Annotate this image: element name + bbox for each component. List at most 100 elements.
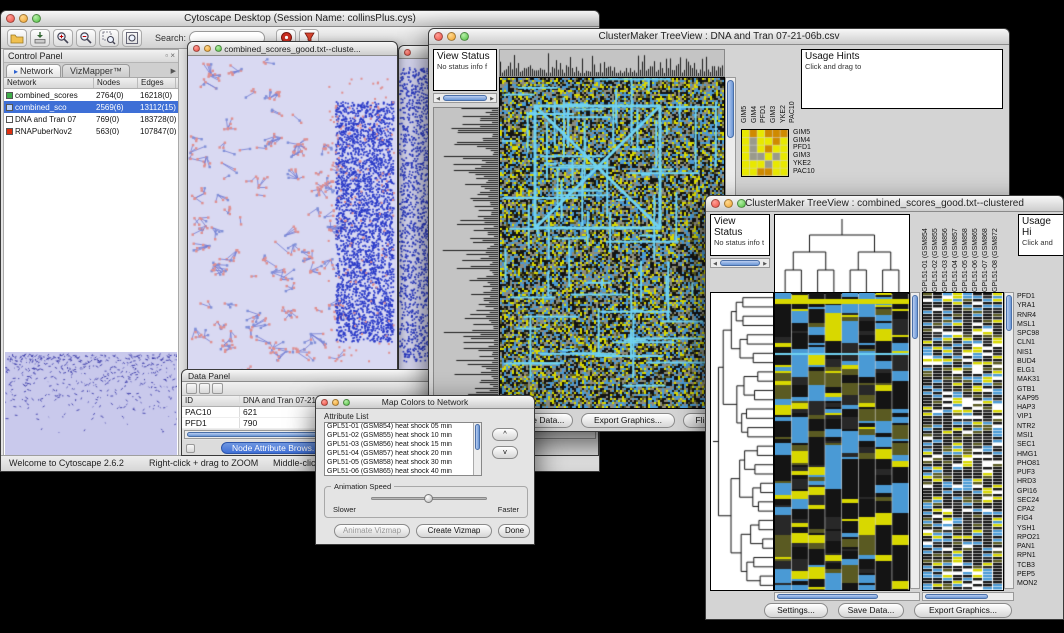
export-graphics-button[interactable]: Export Graphics... [914, 603, 1012, 618]
scrollbar-thumb[interactable] [925, 594, 988, 599]
zoom-selected-button[interactable] [99, 29, 119, 47]
network-row[interactable]: combined_scores 2764(0) 16218(0) [4, 89, 178, 101]
scrollbar-thumb[interactable] [912, 295, 918, 339]
gene-label[interactable]: SEC24 [1017, 496, 1061, 505]
attribute-item[interactable]: GPL51-04 (GSM857) heat shock 20 min [325, 450, 481, 459]
attribute-select-icon[interactable] [186, 383, 197, 394]
gene-label[interactable]: MON2 [1017, 579, 1061, 588]
selection-hscrollbar[interactable] [922, 592, 1014, 601]
scroll-left-icon[interactable]: ◀ [434, 95, 442, 103]
gene-label[interactable]: MSI1 [1017, 431, 1061, 440]
gene-label[interactable]: HAP3 [1017, 403, 1061, 412]
gene-label[interactable]: NIS1 [1017, 348, 1061, 357]
gene-label[interactable]: PAN1 [1017, 542, 1061, 551]
col-nodes[interactable]: Nodes [94, 78, 138, 88]
attribute-item[interactable]: GPL51-01 (GSM854) heat shock 05 min [325, 423, 481, 432]
move-up-button[interactable]: ^ [492, 428, 518, 441]
speed-slider-thumb[interactable] [424, 494, 433, 503]
zoom-in-button[interactable] [53, 29, 73, 47]
correlation-matrix-canvas[interactable] [741, 129, 789, 177]
row-dendrogram-canvas[interactable] [710, 292, 774, 591]
main-titlebar[interactable]: Cytoscape Desktop (Session Name: collins… [1, 11, 599, 27]
move-down-button[interactable]: v [492, 446, 518, 459]
attribute-item[interactable]: GPL51-02 (GSM855) heat shock 10 min [325, 432, 481, 441]
scrollbar-thumb[interactable] [777, 594, 878, 599]
dendro-hscrollbar[interactable]: ◀ ▶ [710, 258, 770, 268]
scrollbar-thumb[interactable] [475, 424, 480, 450]
gene-label[interactable]: RPO21 [1017, 533, 1061, 542]
minimize-icon[interactable] [204, 45, 211, 52]
done-button[interactable]: Done [498, 524, 530, 538]
gene-label[interactable]: PFD1 [1017, 292, 1061, 301]
open-session-button[interactable] [7, 29, 27, 47]
close-icon[interactable] [404, 49, 411, 56]
gene-label[interactable]: YRA1 [1017, 301, 1061, 310]
minimize-icon[interactable] [447, 32, 456, 41]
export-graphics-button[interactable]: Export Graphics... [581, 413, 675, 428]
dialog-titlebar[interactable]: Map Colors to Network [316, 396, 534, 409]
zoom-out-button[interactable] [76, 29, 96, 47]
minimize-icon[interactable] [724, 199, 733, 208]
scrollbar-thumb[interactable] [443, 95, 487, 101]
close-icon[interactable] [711, 199, 720, 208]
gene-label[interactable]: PUF3 [1017, 468, 1061, 477]
tab-vizmapper[interactable]: VizMapper™ [62, 64, 130, 77]
gene-label[interactable]: GPI16 [1017, 487, 1061, 496]
gene-label[interactable]: MSL1 [1017, 320, 1061, 329]
gene-label[interactable]: VIP1 [1017, 412, 1061, 421]
gene-label[interactable]: NTR2 [1017, 422, 1061, 431]
treeview-dna-titlebar[interactable]: ClusterMaker TreeView : DNA and Tran 07-… [429, 29, 1009, 45]
close-icon[interactable] [434, 32, 443, 41]
table-grid-icon[interactable] [199, 383, 210, 394]
panel-dock-icon[interactable] [186, 444, 195, 453]
network-view-canvas[interactable] [188, 56, 397, 378]
selection-heatmap-canvas[interactable] [922, 292, 1004, 591]
gene-label[interactable]: FIG4 [1017, 514, 1061, 523]
gene-label[interactable]: KAP95 [1017, 394, 1061, 403]
gene-label[interactable]: MAK31 [1017, 375, 1061, 384]
treeview-combined-titlebar[interactable]: ClusterMaker TreeView : combined_scores_… [706, 196, 1063, 212]
dendro-hscrollbar[interactable]: ◀ ▶ [433, 93, 497, 103]
col-edges[interactable]: Edges [138, 78, 176, 88]
gene-label[interactable]: YSH1 [1017, 524, 1061, 533]
list-vscrollbar[interactable] [473, 423, 481, 475]
create-vizmap-button[interactable]: Create Vizmap [416, 524, 492, 538]
scroll-left-icon[interactable]: ◀ [711, 260, 719, 268]
close-icon[interactable] [321, 399, 328, 406]
save-data-button[interactable]: Save Data... [838, 603, 904, 618]
gene-label[interactable]: GTB1 [1017, 385, 1061, 394]
network-row[interactable]: DNA and Tran 07 769(0) 183728(0) [4, 113, 178, 125]
gene-label[interactable]: PHO81 [1017, 459, 1061, 468]
col-network[interactable]: Network [4, 78, 94, 88]
row-dendrogram-canvas[interactable] [433, 107, 499, 409]
heatmap-canvas[interactable] [499, 77, 725, 409]
gene-label[interactable]: ELG1 [1017, 366, 1061, 375]
heatmap-hscrollbar[interactable] [774, 592, 920, 601]
col-id[interactable]: ID [182, 396, 240, 406]
gene-label[interactable]: PEP5 [1017, 570, 1061, 579]
close-icon[interactable] [6, 14, 15, 23]
heatmap-canvas[interactable] [774, 292, 910, 591]
gene-label[interactable]: CPA2 [1017, 505, 1061, 514]
column-dendrogram-canvas[interactable] [499, 49, 725, 77]
gene-label[interactable]: SEC1 [1017, 440, 1061, 449]
gene-label[interactable]: RPN1 [1017, 551, 1061, 560]
network-overview-thumbnail[interactable] [5, 352, 177, 456]
attribute-listbox[interactable]: GPL51-01 (GSM854) heat shock 05 minGPL51… [324, 422, 482, 476]
scrollbar-thumb[interactable] [720, 260, 760, 266]
gene-label[interactable]: TCB3 [1017, 561, 1061, 570]
close-icon[interactable] [193, 45, 200, 52]
gene-label[interactable]: RNR4 [1017, 311, 1061, 320]
minimize-icon[interactable] [19, 14, 28, 23]
zoom-fit-button[interactable] [122, 29, 142, 47]
attribute-item[interactable]: GPL51-03 (GSM856) heat shock 15 min [325, 441, 481, 450]
scroll-right-icon[interactable]: ▶ [488, 95, 496, 103]
node-attribute-browser-tab[interactable]: Node Attribute Brows... [221, 442, 330, 454]
gene-label[interactable]: SPC98 [1017, 329, 1061, 338]
tab-overflow-icon[interactable]: ▶ [171, 67, 176, 77]
scrollbar-thumb[interactable] [727, 80, 734, 138]
heatmap-vscrollbar[interactable] [910, 292, 920, 589]
gene-label[interactable]: BUD4 [1017, 357, 1061, 366]
scrollbar-thumb[interactable] [1006, 295, 1012, 331]
selection-vscrollbar[interactable] [1004, 292, 1014, 589]
